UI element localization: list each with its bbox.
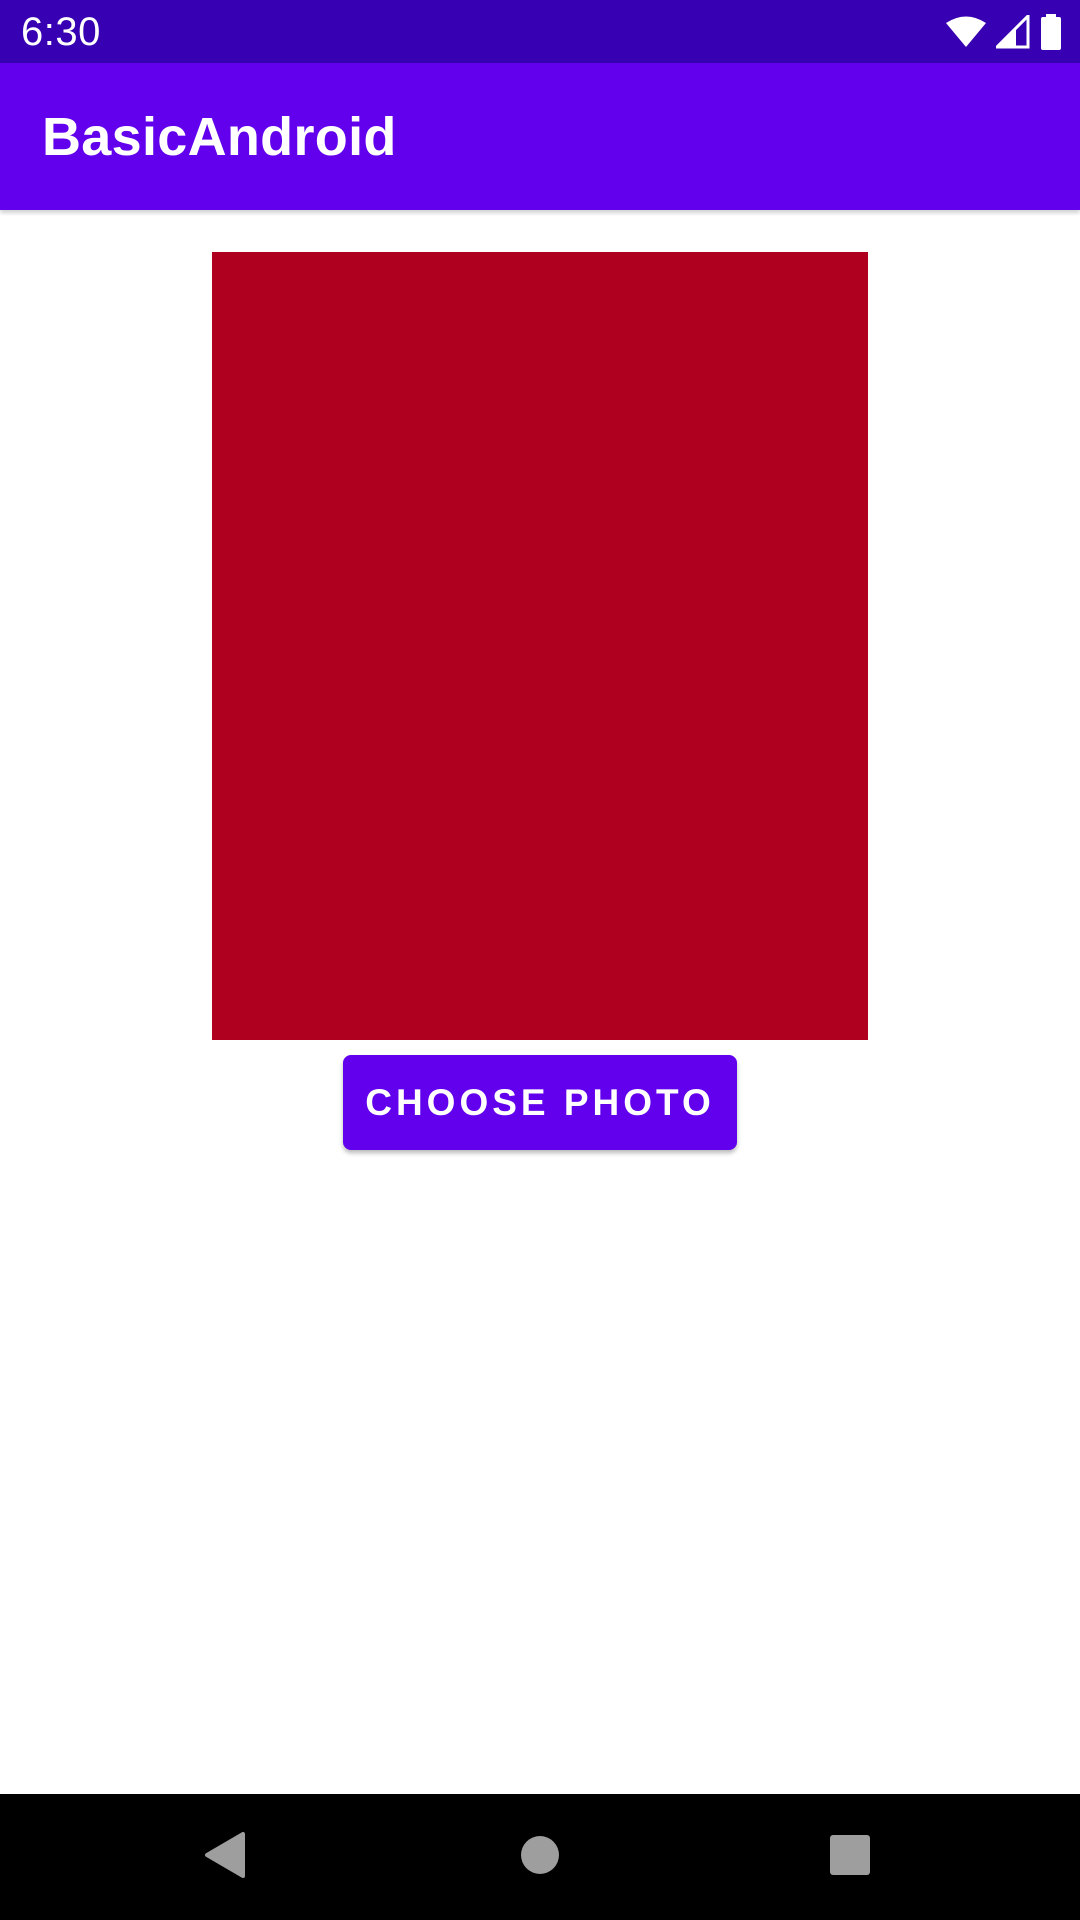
- app-bar: BasicAndroid: [0, 63, 1080, 210]
- back-button[interactable]: [185, 1817, 265, 1897]
- home-icon: [520, 1835, 560, 1880]
- home-button[interactable]: [500, 1817, 580, 1897]
- recents-button[interactable]: [810, 1817, 890, 1897]
- app-title: BasicAndroid: [42, 107, 397, 167]
- navigation-bar: [0, 1794, 1080, 1920]
- status-bar: 6:30: [0, 0, 1080, 63]
- battery-icon: [1040, 14, 1062, 50]
- wifi-icon: [946, 16, 986, 48]
- cellular-signal-icon: [996, 15, 1030, 49]
- back-icon: [203, 1831, 247, 1884]
- status-time: 6:30: [21, 10, 101, 54]
- status-icons: [946, 12, 1062, 52]
- photo-preview: [212, 252, 868, 1040]
- choose-photo-button[interactable]: CHOOSE PHOTO: [343, 1055, 737, 1150]
- screen: 6:30 BasicAndroid CHOOSE PHOTO: [0, 0, 1080, 1920]
- recents-icon: [830, 1834, 870, 1880]
